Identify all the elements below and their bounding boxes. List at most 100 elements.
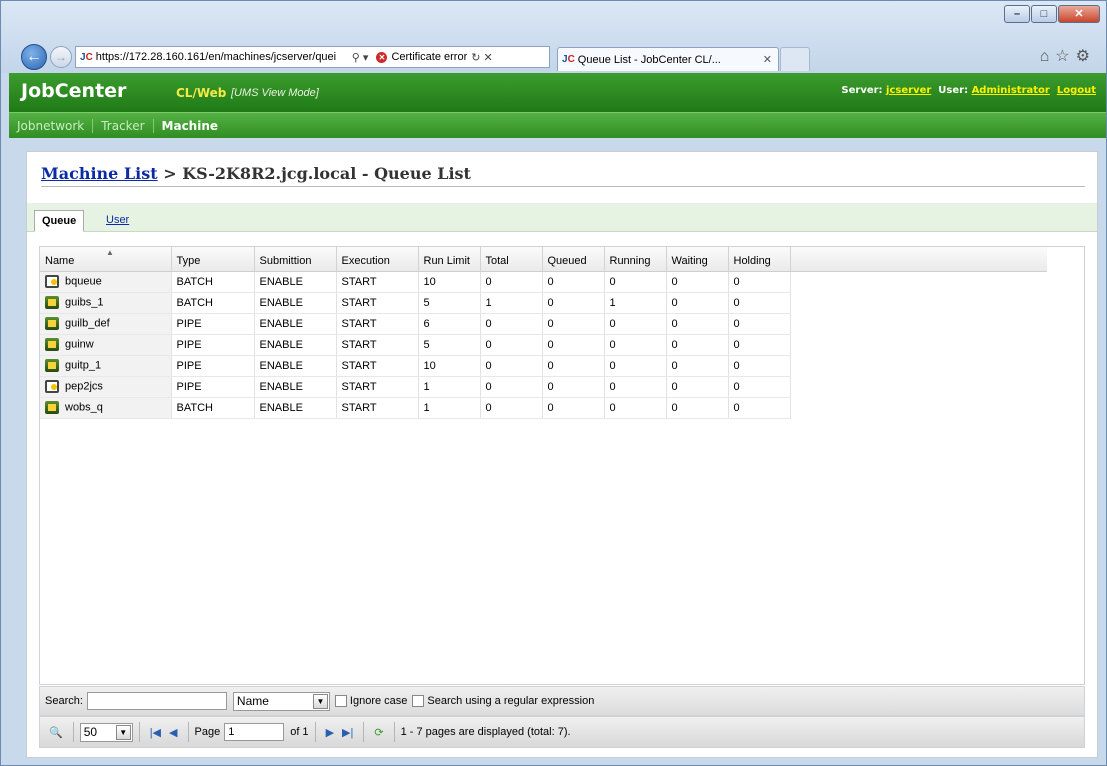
cell-total: 0 — [480, 376, 543, 398]
content-panel: Machine List > KS-2K8R2.jcg.local - Queu… — [26, 151, 1098, 758]
search-field-value: Name — [236, 694, 269, 708]
cell-running: 0 — [604, 355, 667, 377]
address-bar[interactable]: JC https://172.28.160.161/en/machines/jc… — [75, 46, 550, 68]
col-header-run-limit[interactable]: Run Limit — [418, 247, 481, 272]
cell-holding: 0 — [728, 313, 791, 335]
cell-name[interactable]: bqueue — [40, 271, 172, 293]
cell-name[interactable]: guibs_1 — [40, 292, 172, 314]
search-field-select[interactable]: Name ▼ — [232, 691, 330, 711]
cell-execution: START — [336, 376, 419, 398]
back-button[interactable]: ← — [21, 44, 47, 70]
cell-run-limit: 1 — [418, 397, 481, 419]
pager-status: 1 - 7 pages are displayed (total: 7). — [400, 726, 571, 738]
cell-type: PIPE — [171, 355, 255, 377]
cell-type: PIPE — [171, 313, 255, 335]
certificate-error-text[interactable]: Certificate error — [391, 51, 467, 63]
certificate-error-icon[interactable]: ✕ — [376, 51, 388, 63]
cell-name[interactable]: wobs_q — [40, 397, 172, 419]
maximize-button[interactable]: □ — [1031, 5, 1057, 23]
col-header-running[interactable]: Running — [604, 247, 667, 272]
refresh-icon[interactable]: ⟳ — [374, 726, 383, 739]
cell-holding: 0 — [728, 292, 791, 314]
pager-bar: 🔍 50 ▼ |◀ ◀ Page of 1 ▶ ▶| ⟳ 1 - 7 pages… — [39, 716, 1085, 748]
site-favicon-icon: JC — [80, 51, 93, 63]
breadcrumb-machine-list[interactable]: Machine List — [41, 164, 158, 183]
tab-user[interactable]: User — [99, 210, 136, 232]
page-size-value: 50 — [83, 725, 98, 739]
cell-name[interactable]: guilb_def — [40, 313, 172, 335]
regex-checkbox[interactable] — [412, 695, 425, 707]
col-header-queued[interactable]: Queued — [542, 247, 605, 272]
divider — [72, 722, 74, 742]
browser-tool-icons[interactable]: ⌂☆⚙ — [1040, 46, 1096, 66]
table-row[interactable]: guilb_def PIPE ENABLE START 6 0 0 0 0 0 — [40, 313, 1047, 335]
browser-tab-active[interactable]: JC Queue List - JobCenter CL/... ✕ — [557, 47, 779, 71]
cell-holding: 0 — [728, 355, 791, 377]
cell-name[interactable]: pep2jcs — [40, 376, 172, 398]
search-dropdown-icon[interactable]: ⚲ ▾ — [348, 51, 373, 64]
cell-name[interactable]: guinw — [40, 334, 172, 356]
forward-button[interactable]: → — [50, 46, 72, 68]
prev-page-icon[interactable]: ◀ — [169, 726, 177, 739]
cell-submittion: ENABLE — [254, 376, 337, 398]
last-page-icon[interactable]: ▶| — [342, 726, 353, 739]
cell-queued: 0 — [542, 292, 605, 314]
brand-subtitle: CL/Web — [176, 86, 227, 100]
cell-total: 1 — [480, 292, 543, 314]
chevron-down-icon[interactable]: ▼ — [115, 724, 131, 740]
col-header-holding[interactable]: Holding — [728, 247, 791, 272]
menu-machine[interactable]: Machine — [154, 119, 227, 133]
cell-waiting: 0 — [666, 334, 729, 356]
col-header-waiting[interactable]: Waiting — [666, 247, 729, 272]
cell-run-limit: 1 — [418, 376, 481, 398]
col-header-total[interactable]: Total — [480, 247, 543, 272]
cell-type: BATCH — [171, 271, 255, 293]
server-link[interactable]: jcserver — [886, 85, 931, 96]
pipe-queue-icon — [45, 317, 59, 330]
search-icon[interactable]: 🔍 — [49, 726, 63, 739]
table-row[interactable]: guinw PIPE ENABLE START 5 0 0 0 0 0 — [40, 334, 1047, 356]
menu-jobnetwork[interactable]: Jobnetwork — [9, 118, 94, 133]
table-row[interactable]: bqueue BATCH ENABLE START 10 0 0 0 0 0 — [40, 271, 1047, 293]
col-header-filler — [790, 247, 1047, 272]
cell-submittion: ENABLE — [254, 397, 337, 419]
refresh-icon[interactable]: ↻ ✕ — [467, 51, 497, 64]
table-row[interactable]: wobs_q BATCH ENABLE START 1 0 0 0 0 0 — [40, 397, 1047, 419]
address-url[interactable]: https://172.28.160.161/en/machines/jcser… — [96, 51, 348, 63]
logout-link[interactable]: Logout — [1057, 85, 1096, 96]
cell-execution: START — [336, 271, 419, 293]
cell-waiting: 0 — [666, 376, 729, 398]
col-header-execution[interactable]: Execution — [336, 247, 419, 272]
search-input[interactable] — [86, 692, 227, 710]
page-label: Page — [194, 726, 221, 738]
cell-queued: 0 — [542, 376, 605, 398]
col-header-name[interactable]: ▲ Name — [40, 247, 172, 272]
first-page-icon[interactable]: |◀ — [150, 726, 161, 739]
table-row[interactable]: pep2jcs PIPE ENABLE START 1 0 0 0 0 0 — [40, 376, 1047, 398]
cell-holding: 0 — [728, 271, 791, 293]
col-header-submittion[interactable]: Submittion — [254, 247, 337, 272]
ignore-case-checkbox[interactable] — [334, 695, 347, 707]
tab-queue[interactable]: Queue — [34, 210, 85, 232]
page-size-select[interactable]: 50 ▼ — [79, 722, 133, 742]
close-window-button[interactable]: ✕ — [1058, 5, 1100, 23]
server-info: Server: jcserver User: Administrator Log… — [841, 85, 1096, 96]
col-header-type[interactable]: Type — [171, 247, 255, 272]
table-row[interactable]: guitp_1 PIPE ENABLE START 10 0 0 0 0 0 — [40, 355, 1047, 377]
next-page-icon[interactable]: ▶ — [326, 726, 334, 739]
chevron-down-icon[interactable]: ▼ — [312, 693, 328, 709]
cell-holding: 0 — [728, 334, 791, 356]
tab-close-icon[interactable]: ✕ — [763, 53, 772, 66]
menu-tracker[interactable]: Tracker — [93, 118, 154, 133]
cell-name[interactable]: guitp_1 — [40, 355, 172, 377]
cell-waiting: 0 — [666, 397, 729, 419]
cell-filler — [790, 376, 1047, 397]
page-number-input[interactable] — [224, 723, 285, 741]
user-link[interactable]: Administrator — [972, 85, 1050, 96]
new-tab-button[interactable] — [780, 47, 810, 71]
table-row[interactable]: guibs_1 BATCH ENABLE START 5 1 0 1 0 0 — [40, 292, 1047, 314]
divider — [393, 722, 395, 742]
cell-execution: START — [336, 313, 419, 335]
minimize-button[interactable]: – — [1004, 5, 1030, 23]
cell-run-limit: 6 — [418, 313, 481, 335]
